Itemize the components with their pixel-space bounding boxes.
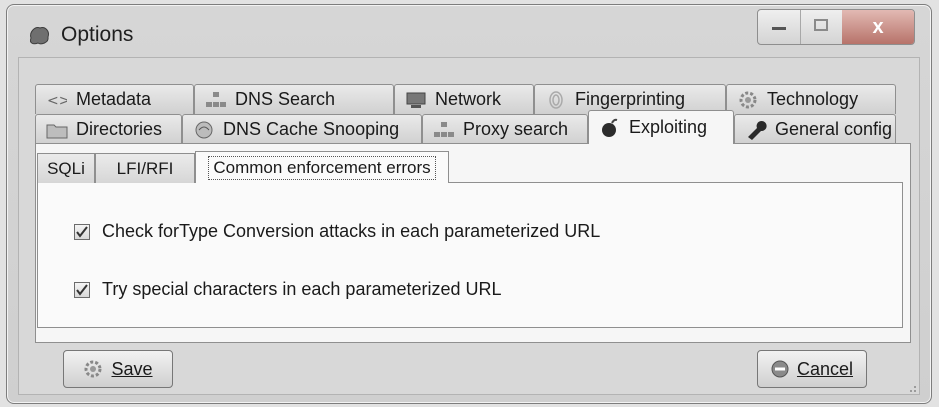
tab-proxy-search[interactable]: Proxy search [422,114,588,144]
dns-search-icon [205,90,227,110]
tab-technology[interactable]: Technology [726,84,896,114]
wrench-icon [745,120,767,140]
common-enforcement-errors-panel: Check forType Conversion attacks in each… [37,182,903,328]
title-bar[interactable]: Options x [7,5,931,57]
tab-label: Exploiting [629,117,708,137]
option-type-conversion[interactable]: Check forType Conversion attacks in each… [74,221,600,242]
tab-label: Directories [76,119,163,139]
window-title: Options [61,23,134,46]
option-label: Try special characters in each parameter… [102,279,502,299]
options-window: Options x <> Metadata DNS Search Network… [6,4,932,404]
bomb-icon [599,118,621,138]
metadata-icon: <> [46,90,68,110]
tab-label: Fingerprinting [575,89,686,109]
special-characters-checkbox[interactable] [74,281,90,298]
checkmark-icon [76,283,88,296]
network-icon [405,90,427,110]
tab-metadata[interactable]: <> Metadata [35,84,194,114]
subtab-sqli[interactable]: SQLi [37,153,95,183]
svg-text:<>: <> [47,93,67,109]
dialog-client-area: <> Metadata DNS Search Network Fingerpri… [18,57,920,395]
option-label: Check forType Conversion attacks in each… [102,221,601,241]
tab-network[interactable]: Network [394,84,534,114]
fingerprint-icon [545,90,567,110]
tab-label: DNS Search [235,89,336,109]
save-button[interactable]: Save [63,350,173,388]
tab-label: General config [775,119,893,139]
tab-exploiting[interactable]: Exploiting [588,110,734,144]
subtab-label: LFI/RFI [116,158,174,178]
tab-label: DNS Cache Snooping [223,119,400,139]
save-label: Save [111,358,153,379]
option-special-characters[interactable]: Try special characters in each parameter… [74,279,502,300]
minimize-icon [772,18,786,36]
close-icon: x [872,15,884,38]
tab-general-config[interactable]: General config [734,114,896,144]
gear-icon [737,90,759,110]
minimize-button[interactable] [758,10,801,44]
tab-label: Metadata [76,89,152,109]
subtab-label: SQLi [47,158,85,178]
close-button[interactable]: x [842,10,914,44]
resize-grip-icon[interactable] [905,380,917,392]
cancel-button[interactable]: Cancel [757,350,867,388]
cancel-icon [771,360,789,378]
tab-directories[interactable]: Directories [35,114,182,144]
subtab-lfi-rfi[interactable]: LFI/RFI [95,153,195,183]
tab-dns-cache-snooping[interactable]: DNS Cache Snooping [182,114,422,144]
subtab-label: Common enforcement errors [208,155,436,180]
tab-label: Proxy search [463,119,569,139]
tab-label: Network [435,89,502,109]
tab-dns-search[interactable]: DNS Search [194,84,394,114]
maximize-icon [814,18,828,36]
cancel-label: Cancel [796,358,854,379]
checkmark-icon [76,225,88,238]
type-conversion-checkbox[interactable] [74,223,90,240]
folder-icon [46,120,68,140]
tab-label: Technology [767,89,859,109]
subtab-common-enforcement-errors[interactable]: Common enforcement errors [195,151,449,183]
proxy-icon [433,120,455,140]
window-controls: x [757,9,915,45]
app-icon [27,24,51,46]
maximize-button[interactable] [800,10,843,44]
gear-icon [83,359,103,379]
dns-cache-icon [193,120,215,140]
